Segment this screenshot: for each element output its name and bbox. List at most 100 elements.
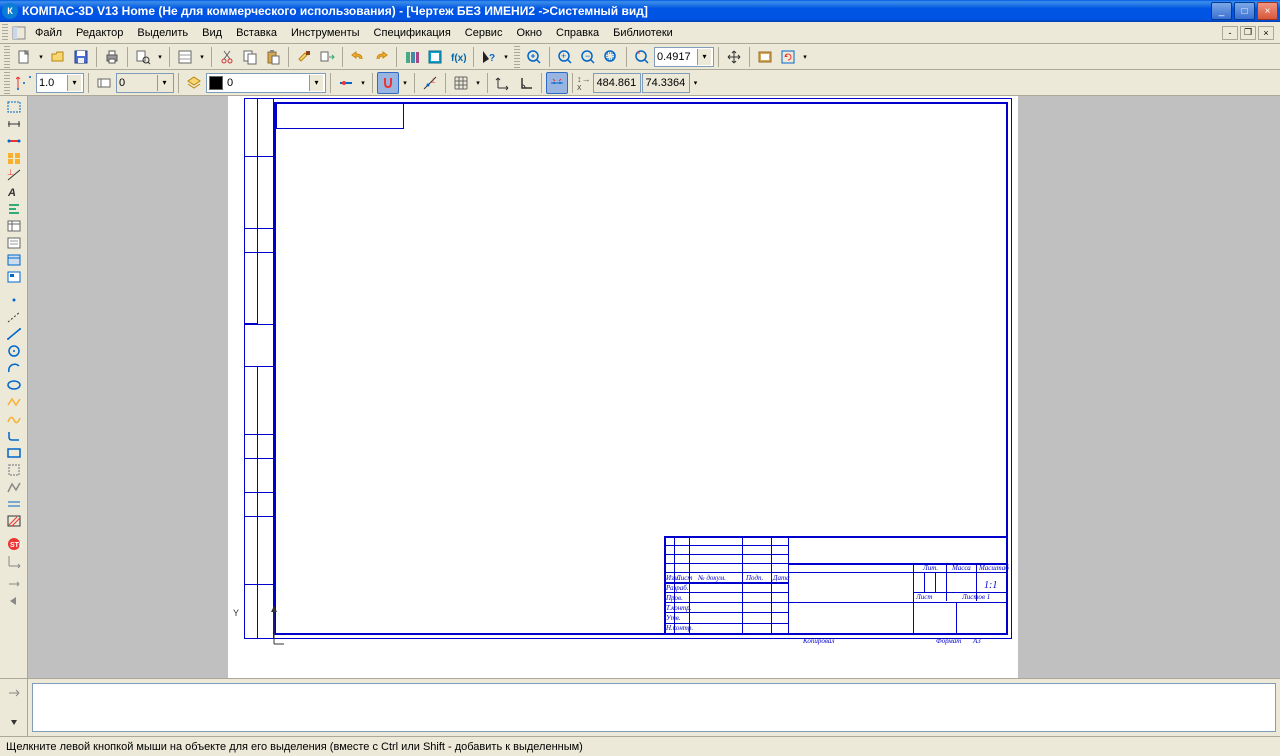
command-input[interactable] [32,683,1276,732]
new-dropdown[interactable]: ▾ [36,53,46,61]
toolbar-grip-3[interactable] [4,72,10,94]
arc-button[interactable] [2,359,26,376]
open-button[interactable] [47,46,69,68]
save-button[interactable] [70,46,92,68]
menu-view[interactable]: Вид [195,25,229,41]
variables-button[interactable]: f(x) [447,46,469,68]
coord-x-field[interactable] [593,73,641,93]
geometry-panel-button[interactable] [2,98,26,115]
round-button[interactable] [546,72,568,94]
local-cs-button[interactable] [492,72,514,94]
copy-button[interactable] [239,46,261,68]
segment-button[interactable] [2,325,26,342]
zoom-realtime-button[interactable] [631,46,653,68]
zoom-window-button[interactable] [523,46,545,68]
ellipse-button[interactable] [2,376,26,393]
layers-button[interactable] [183,72,205,94]
style-combo-arrow[interactable]: ▾ [157,75,171,91]
toggle-panel-icon[interactable] [10,24,28,42]
toolbar-grip-2[interactable] [514,46,520,68]
hatch-button[interactable] [2,512,26,529]
grid-step-button[interactable] [13,72,35,94]
style-combo[interactable]: 0 ▾ [116,73,174,93]
properties-dropdown[interactable]: ▾ [197,53,207,61]
coord-y-field[interactable] [642,73,690,93]
edit-panel-button[interactable] [2,149,26,166]
properties-button[interactable] [174,46,196,68]
zoom-combo-arrow[interactable]: ▾ [697,49,711,65]
library-manager-button[interactable] [401,46,423,68]
zoom-fit-button[interactable] [754,46,776,68]
menu-select[interactable]: Выделить [130,25,195,41]
measure-panel-button[interactable]: A [2,183,26,200]
menu-service[interactable]: Сервис [458,25,510,41]
undo-button[interactable] [347,46,369,68]
menu-tools[interactable]: Инструменты [284,25,367,41]
toolbar-grip[interactable] [4,46,10,68]
zoom-out-button[interactable]: − [577,46,599,68]
bezier-button[interactable] [2,410,26,427]
print-button[interactable] [101,46,123,68]
preview-dropdown[interactable]: ▾ [155,53,165,61]
spec-panel-button[interactable] [2,217,26,234]
regular-button[interactable] [2,461,26,478]
refresh-button[interactable] [777,46,799,68]
mdi-restore-button[interactable]: ❐ [1240,26,1256,40]
mdi-minimize-button[interactable]: - [1222,26,1238,40]
grid-dropdown[interactable]: ▾ [473,79,483,87]
ortho-button[interactable] [515,72,537,94]
view-dropdown[interactable]: ▾ [800,53,810,61]
mdi-close-button[interactable]: × [1258,26,1274,40]
zoom-combo[interactable]: 0.4917 ▾ [654,47,714,67]
paste-button[interactable] [262,46,284,68]
designations-panel-button[interactable] [2,132,26,149]
fillet-button[interactable] [2,427,26,444]
menu-window[interactable]: Окно [509,25,549,41]
aux-line-button[interactable] [2,308,26,325]
grid-toggle-button[interactable] [450,72,472,94]
rectangle-button[interactable] [2,444,26,461]
zoom-selection-button[interactable] [600,46,622,68]
menu-file[interactable]: Файл [28,25,69,41]
layer-combo[interactable]: 0 ▾ [206,73,326,93]
parametric-button[interactable]: ⊥ [419,72,441,94]
close-button[interactable]: × [1257,2,1278,20]
collect-contour-button[interactable] [2,478,26,495]
menu-libraries[interactable]: Библиотеки [606,25,680,41]
menu-spec[interactable]: Спецификация [367,25,458,41]
ortho-draw-button[interactable] [335,72,357,94]
enter-button[interactable] [5,685,23,701]
select-panel-button[interactable] [2,200,26,217]
prev-button[interactable] [2,592,26,609]
step-combo-arrow[interactable]: ▾ [67,75,81,91]
panel-dropdown[interactable] [5,714,23,730]
maximize-button[interactable]: □ [1234,2,1255,20]
menu-help[interactable]: Справка [549,25,606,41]
coord-dropdown[interactable]: ▾ [691,79,701,87]
redo-button[interactable] [370,46,392,68]
snap-button[interactable] [377,72,399,94]
model-tree-button[interactable] [424,46,446,68]
snap-dropdown[interactable]: ▾ [400,79,410,87]
parametrize-panel-button[interactable]: ⊥ [2,166,26,183]
point-button[interactable] [2,291,26,308]
auto-create-button[interactable] [2,575,26,592]
views-panel-button[interactable] [2,268,26,285]
circle-button[interactable] [2,342,26,359]
format-painter-button[interactable] [293,46,315,68]
stop-button[interactable]: STOP [2,535,26,552]
preview-button[interactable] [132,46,154,68]
create-button[interactable] [2,552,26,569]
help-button[interactable]: ? [478,46,500,68]
ortho-dropdown[interactable]: ▾ [358,79,368,87]
cut-button[interactable] [216,46,238,68]
layer-combo-arrow[interactable]: ▾ [309,75,323,91]
menu-insert[interactable]: Вставка [229,25,284,41]
drawing-canvas[interactable]: Изм. Лист № докум. Подп. Дата Разраб. Пр… [28,96,1280,678]
polyline-button[interactable] [2,393,26,410]
properties-copy-button[interactable] [316,46,338,68]
reports-panel-button[interactable] [2,234,26,251]
dimensions-panel-button[interactable] [2,115,26,132]
menu-editor[interactable]: Редактор [69,25,130,41]
help-dropdown[interactable]: ▾ [501,53,511,61]
